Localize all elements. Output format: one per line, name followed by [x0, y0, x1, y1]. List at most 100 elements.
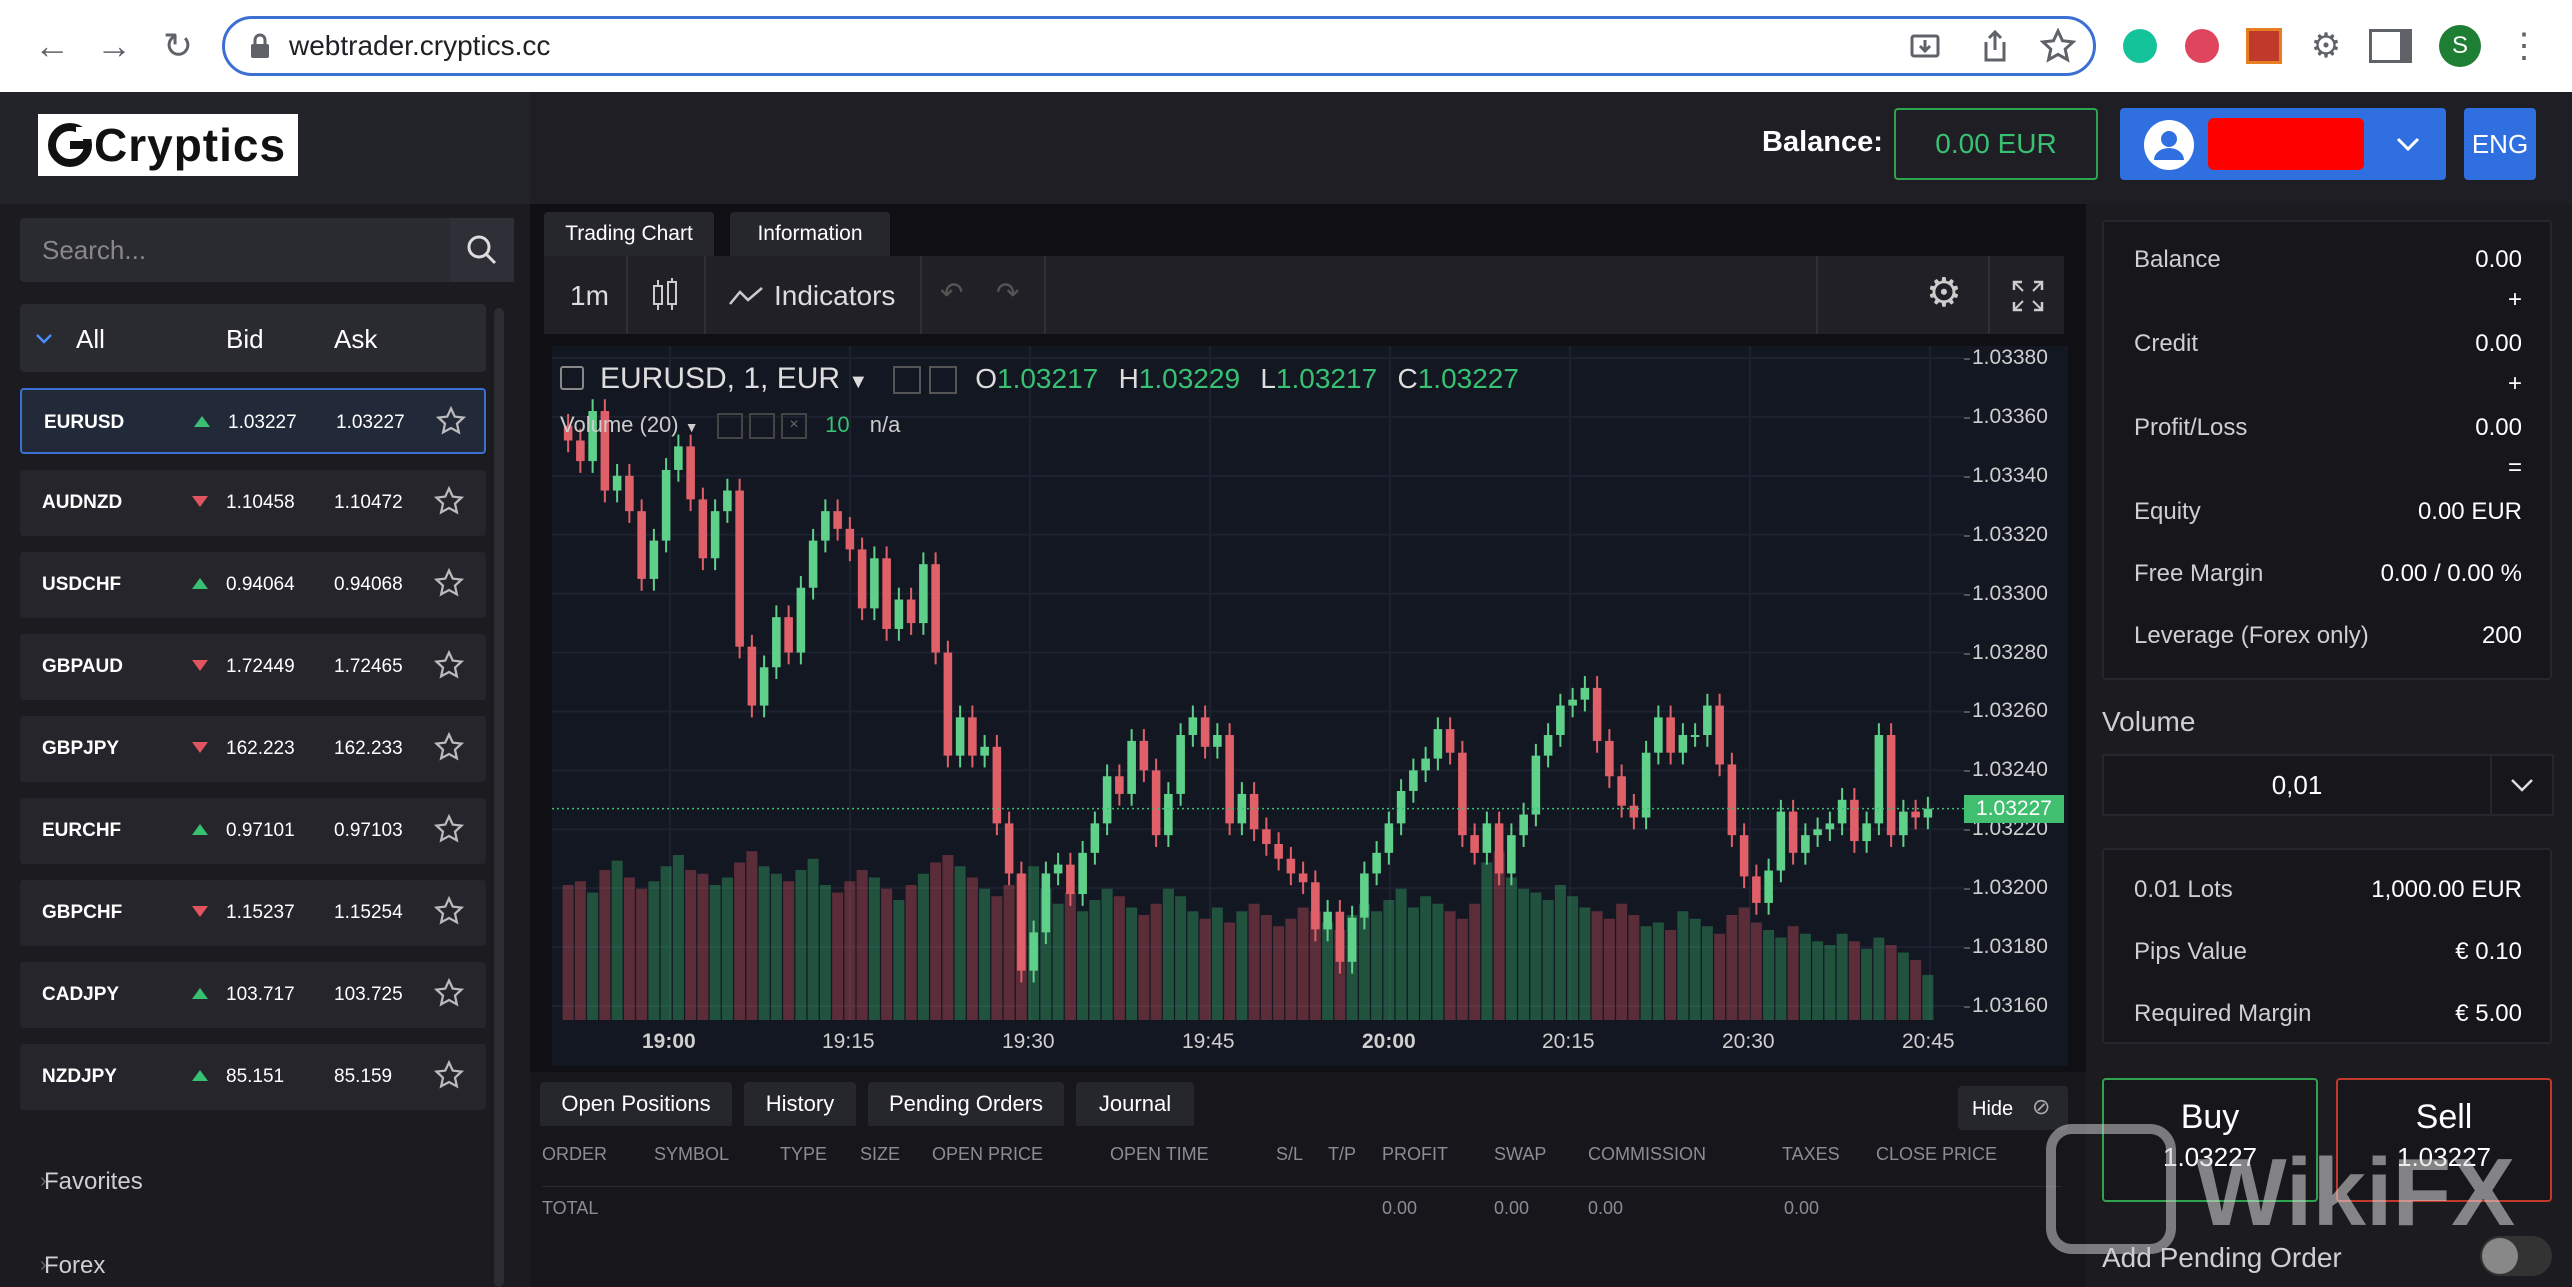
favorite-star-icon[interactable]	[434, 978, 464, 1008]
instrument-row[interactable]: EURUSD 1.03227 1.03227	[20, 388, 486, 454]
logo[interactable]: Cryptics	[38, 114, 298, 176]
address-bar[interactable]: webtrader.cryptics.cc	[222, 16, 2096, 76]
favorite-star-icon[interactable]	[434, 486, 464, 516]
candle	[1654, 705, 1663, 765]
column-header[interactable]: PROFIT	[1382, 1144, 1448, 1165]
instrument-row[interactable]: GBPAUD 1.72449 1.72465	[20, 634, 486, 700]
back-icon[interactable]: ←	[24, 20, 80, 72]
instrument-row[interactable]: NZDJPY 85.151 85.159	[20, 1044, 486, 1110]
extension-icon[interactable]	[2240, 22, 2288, 70]
profile-avatar[interactable]: S	[2436, 22, 2484, 70]
bookmark-star-icon[interactable]	[2040, 28, 2076, 64]
instrument-row[interactable]: GBPJPY 162.223 162.233	[20, 716, 486, 782]
favorite-star-icon[interactable]	[434, 896, 464, 926]
settings-gear-icon[interactable]: ⚙	[1926, 270, 1962, 316]
watermark-text: WikiFX	[2196, 1139, 2516, 1246]
favorite-star-icon[interactable]	[434, 814, 464, 844]
category-favorites[interactable]: Favorites	[44, 1168, 143, 1196]
favorite-star-icon[interactable]	[434, 732, 464, 762]
column-header[interactable]: OPEN TIME	[1110, 1144, 1209, 1165]
table-divider	[542, 1186, 2062, 1187]
eye-icon[interactable]	[892, 366, 921, 395]
column-all[interactable]: All	[76, 324, 105, 355]
language-button[interactable]: ENG	[2464, 108, 2536, 180]
tab-journal[interactable]: Journal	[1076, 1082, 1194, 1126]
column-header[interactable]: TAXES	[1782, 1144, 1840, 1165]
volume-input[interactable]: 0,01	[2102, 754, 2492, 816]
column-header[interactable]: T/P	[1328, 1144, 1356, 1165]
share-icon[interactable]	[1978, 28, 2012, 64]
instrument-row[interactable]: AUDNZD 1.10458 1.10472	[20, 470, 486, 536]
volume-dropdown[interactable]	[2490, 754, 2554, 816]
column-header[interactable]: COMMISSION	[1588, 1144, 1706, 1165]
fullscreen-icon[interactable]	[2010, 278, 2046, 314]
column-header[interactable]: SYMBOL	[654, 1144, 729, 1165]
volume-bar	[672, 855, 684, 1020]
caret-down-icon[interactable]: ▼	[848, 371, 868, 393]
indicators-button[interactable]: Indicators	[774, 280, 895, 312]
undo-icon[interactable]: ↶	[940, 276, 963, 309]
column-header[interactable]: SWAP	[1494, 1144, 1546, 1165]
price-axis[interactable]: 1.03380 1.03360 1.03340 1.03320 1.03300 1.032…	[1964, 346, 2068, 1020]
column-header[interactable]: ORDER	[542, 1144, 607, 1165]
search-input[interactable]: Search...	[20, 218, 450, 282]
interval-button[interactable]: 1m	[570, 280, 609, 312]
column-bid: Bid	[226, 324, 264, 354]
favorite-star-icon[interactable]	[436, 406, 466, 436]
candle-type-icon[interactable]	[650, 276, 680, 314]
settings-icon[interactable]	[748, 413, 775, 440]
settings-icon[interactable]	[928, 366, 957, 395]
column-ask: Ask	[334, 324, 378, 354]
caret-down-icon[interactable]: ▼	[685, 419, 699, 435]
redo-icon[interactable]: ↷	[996, 276, 1019, 309]
user-menu-button[interactable]	[2120, 108, 2446, 180]
volume-bar	[1089, 900, 1101, 1020]
volume-bar	[574, 881, 586, 1020]
column-header[interactable]: CLOSE PRICE	[1876, 1144, 1997, 1165]
instrument-row[interactable]: CADJPY 103.717 103.725	[20, 962, 486, 1028]
column-header[interactable]: TYPE	[780, 1144, 827, 1165]
instrument-row[interactable]: USDCHF 0.94064 0.94068	[20, 552, 486, 618]
close-icon[interactable]: ×	[780, 413, 807, 440]
menu-dots-icon[interactable]: ⋮	[2500, 22, 2548, 70]
instrument-row[interactable]: GBPCHF 1.15237 1.15254	[20, 880, 486, 946]
add-credit-button[interactable]: +	[2508, 370, 2522, 398]
column-header[interactable]: S/L	[1276, 1144, 1303, 1165]
instrument-row[interactable]: EURCHF 0.97101 0.97103	[20, 798, 486, 864]
header-balance-value[interactable]: 0.00 EUR	[1894, 108, 2098, 180]
total-label: TOTAL	[542, 1198, 599, 1218]
candle	[1041, 861, 1051, 945]
install-icon[interactable]	[1908, 30, 1942, 64]
arrow-down-icon	[192, 496, 208, 507]
time-axis[interactable]: 19:00 19:15 19:30 19:45 20:00 20:15 20:30 20:45	[552, 1020, 2068, 1066]
chart-symbol[interactable]: EURUSD, 1, EUR	[600, 362, 840, 395]
collapse-legend-icon[interactable]	[560, 366, 584, 390]
tab-trading-chart[interactable]: Trading Chart	[544, 212, 714, 256]
extension-icon[interactable]	[2178, 22, 2226, 70]
tab-open-positions[interactable]: Open Positions	[540, 1082, 732, 1126]
chevron-down-icon[interactable]	[34, 328, 54, 348]
toggle-switch[interactable]	[2480, 1236, 2552, 1276]
candle	[1715, 693, 1724, 777]
tab-pending-orders[interactable]: Pending Orders	[868, 1082, 1064, 1126]
grammarly-extension-icon[interactable]	[2116, 22, 2164, 70]
category-forex[interactable]: Forex	[44, 1252, 105, 1280]
add-balance-button[interactable]: +	[2508, 286, 2522, 314]
side-panel-icon[interactable]	[2366, 22, 2414, 70]
search-button[interactable]	[450, 218, 514, 282]
reload-icon[interactable]: ↻	[150, 20, 206, 72]
favorite-star-icon[interactable]	[434, 650, 464, 680]
favorite-star-icon[interactable]	[434, 1060, 464, 1090]
sidebar-scrollbar[interactable]	[494, 308, 504, 1287]
tab-information[interactable]: Information	[730, 212, 890, 256]
forward-icon[interactable]: →	[86, 20, 142, 72]
column-header[interactable]: SIZE	[860, 1144, 900, 1165]
column-header[interactable]: OPEN PRICE	[932, 1144, 1043, 1165]
favorite-star-icon[interactable]	[434, 568, 464, 598]
puzzle-extensions-icon[interactable]: ⚙	[2302, 22, 2350, 70]
tab-history[interactable]: History	[744, 1082, 856, 1126]
eye-icon[interactable]	[716, 413, 743, 440]
price-chart[interactable]: EURUSD, 1, EUR ▼ O1.03217 H1.03229 L1.03…	[552, 346, 1964, 1020]
volume-indicator-label[interactable]: Volume (20)	[560, 412, 679, 437]
volume-bar	[1395, 888, 1407, 1020]
